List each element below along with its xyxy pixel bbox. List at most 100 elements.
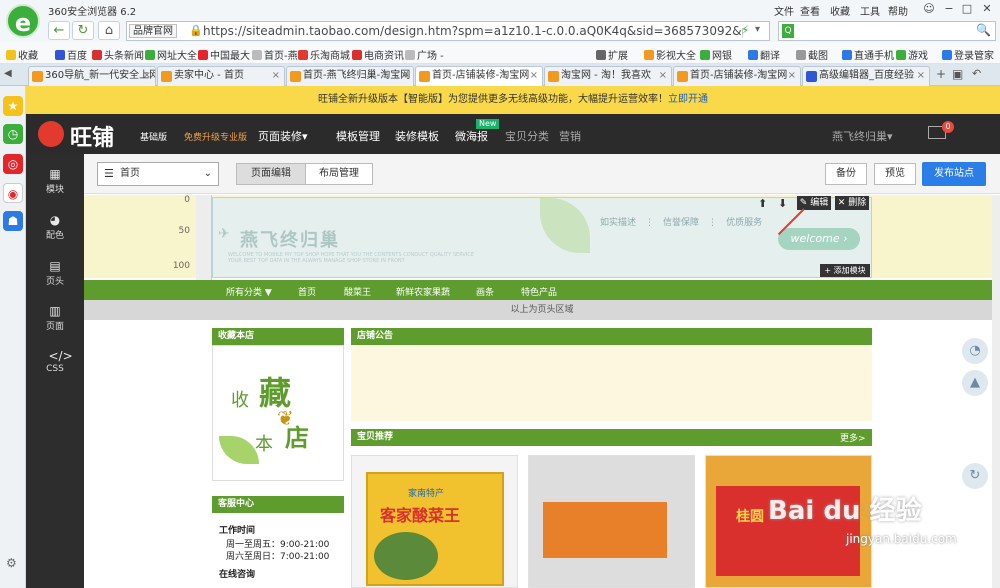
tab-taobao[interactable]: 淘宝网 - 淘！我喜欢 × bbox=[544, 66, 672, 86]
minimize-button[interactable]: − bbox=[940, 1, 958, 16]
publish-button[interactable]: 发布站点 bbox=[922, 162, 986, 186]
tab-baidu-jingyan[interactable]: 高级编辑器_百度经验 × bbox=[802, 66, 930, 86]
open-now-link[interactable]: 立即开通 bbox=[668, 94, 708, 105]
search-icon[interactable]: 🔍 bbox=[976, 23, 991, 37]
upgrade-link[interactable]: 免费升级专业版 bbox=[184, 130, 247, 143]
backup-button[interactable]: 备份 bbox=[825, 163, 867, 185]
nav-decoration-template[interactable]: 装修模板 bbox=[395, 128, 439, 144]
bookmark-china[interactable]: 中国最大 bbox=[198, 47, 250, 62]
app-icon[interactable]: ☗ bbox=[3, 211, 23, 231]
bookmark-bank[interactable]: 网银 bbox=[700, 47, 732, 62]
add-module-button[interactable]: + 添加模块 bbox=[820, 264, 870, 277]
scrollbar[interactable] bbox=[992, 196, 1000, 588]
back-button[interactable]: ← bbox=[48, 21, 70, 40]
target-icon[interactable]: ◉ bbox=[3, 183, 23, 203]
tab-close-icon[interactable]: × bbox=[659, 67, 667, 85]
product-card[interactable] bbox=[528, 455, 695, 588]
sidebar-item-header[interactable]: ▤ 页头 bbox=[26, 260, 84, 287]
bookmark-news[interactable]: 头条新闻 bbox=[92, 47, 144, 62]
tab-shop-home[interactable]: 首页-燕飞终归巢-淘宝网 × bbox=[286, 66, 414, 86]
header-separator: 以上为页头区域 bbox=[84, 300, 1000, 320]
shop-nav-fresh[interactable]: 新鲜农家果蔬 bbox=[396, 285, 450, 298]
move-up-icon[interactable]: ⬆ bbox=[758, 197, 767, 210]
favorites-star-icon[interactable]: ★ bbox=[3, 96, 23, 116]
clock-icon[interactable]: ◷ bbox=[3, 124, 23, 144]
shop-nav-home[interactable]: 首页 bbox=[298, 285, 316, 298]
tab-close-icon[interactable]: × bbox=[143, 67, 151, 85]
product-card[interactable]: 家南特产 客家酸菜王 bbox=[351, 455, 518, 588]
shop-nav-all-categories[interactable]: 所有分类 ▼ bbox=[226, 285, 272, 298]
delete-module-button[interactable]: ✕ 删除 bbox=[835, 196, 869, 210]
bookmark-baidu[interactable]: 百度 bbox=[55, 47, 87, 62]
maximize-button[interactable]: □ bbox=[958, 1, 976, 16]
browser-logo-icon[interactable]: e bbox=[6, 4, 40, 38]
weibo-icon[interactable]: ◎ bbox=[3, 154, 23, 174]
menu-favorites[interactable]: 收藏 bbox=[830, 3, 850, 18]
tab-360nav[interactable]: 360导航_新一代安全上网 × bbox=[28, 66, 156, 86]
sidebar-item-css[interactable]: </> CSS bbox=[26, 350, 84, 374]
bookmark-games[interactable]: 游戏 bbox=[896, 47, 928, 62]
tab-close-icon[interactable]: × bbox=[788, 67, 796, 85]
tab-close-icon[interactable]: × bbox=[530, 67, 538, 85]
tab-close-icon[interactable]: × bbox=[401, 67, 409, 85]
url-bar[interactable]: 品牌官网 🔒 https://siteadmin.taobao.com/desi… bbox=[126, 21, 770, 41]
bookmark-sites[interactable]: 网址大全 bbox=[145, 47, 197, 62]
search-engine-icon[interactable]: Q bbox=[782, 24, 794, 38]
nav-template-manage[interactable]: 模板管理 bbox=[336, 128, 380, 144]
url-text[interactable]: https://siteadmin.taobao.com/design.htm?… bbox=[203, 24, 743, 38]
tab-layout-manage[interactable]: 布局管理 bbox=[305, 163, 373, 185]
tab-close-icon[interactable]: × bbox=[272, 67, 280, 85]
bookmark-video[interactable]: 影视大全 bbox=[644, 47, 696, 62]
url-dropdown-icon[interactable]: ▾ bbox=[755, 24, 760, 35]
skin-icon[interactable]: ☺ bbox=[920, 1, 938, 16]
tab-scroll-left-icon[interactable]: ◀ bbox=[4, 68, 12, 79]
tab-seller-center[interactable]: 卖家中心 - 首页 × bbox=[157, 66, 285, 86]
bookmark-login[interactable]: 登录管家 bbox=[942, 47, 994, 62]
preview-button[interactable]: 预览 bbox=[874, 163, 916, 185]
page-select[interactable]: ☰ 首页 ⌄ bbox=[97, 162, 219, 186]
menu-file[interactable]: 文件 bbox=[774, 3, 794, 18]
settings-gear-icon[interactable]: ⚙ bbox=[6, 556, 17, 570]
nav-marketing[interactable]: 营销 bbox=[559, 128, 581, 144]
bookmark-ecom[interactable]: 电商资讯 bbox=[352, 47, 404, 62]
bookmark-home[interactable]: 首页-燕 bbox=[252, 47, 298, 62]
menu-tools[interactable]: 工具 bbox=[860, 3, 880, 18]
bookmark-letao[interactable]: 乐淘商城 bbox=[298, 47, 350, 62]
bookmark-square[interactable]: 广场 - bbox=[405, 47, 444, 62]
menu-help[interactable]: 帮助 bbox=[888, 3, 908, 18]
nav-page-decoration[interactable]: 页面装修▾ bbox=[258, 128, 308, 144]
shop-nav-special[interactable]: 特色产品 bbox=[521, 285, 557, 298]
favorite-image[interactable]: 收 藏 本 店 ❦ bbox=[212, 345, 344, 481]
tab-shop-decoration-2[interactable]: 首页-店铺装修-淘宝网 × bbox=[673, 66, 801, 86]
shop-nav-sauerkraut[interactable]: 酸菜王 bbox=[344, 285, 371, 298]
tab-page-edit[interactable]: 页面编辑 bbox=[236, 163, 306, 185]
tab-list-icon[interactable]: ▣ bbox=[952, 67, 963, 81]
move-down-icon[interactable]: ⬇ bbox=[778, 197, 787, 210]
bookmark-screenshot[interactable]: 截图 bbox=[796, 47, 828, 62]
sidebar-item-colors[interactable]: ◕ 配色 bbox=[26, 214, 84, 241]
new-tab-icon[interactable]: + bbox=[936, 67, 946, 81]
tab-shop-decoration-active[interactable]: 首页-店铺装修-淘宝网 × bbox=[415, 66, 543, 87]
bookmark-translate[interactable]: 翻译 bbox=[748, 47, 780, 62]
sidebar-item-modules[interactable]: ▦ 模块 bbox=[26, 168, 84, 195]
shop-notice-content[interactable] bbox=[351, 345, 872, 421]
tab-close-icon[interactable]: × bbox=[917, 67, 925, 85]
bookmark-mobile[interactable]: 直通手机 bbox=[842, 47, 894, 62]
close-button[interactable]: ✕ bbox=[978, 1, 996, 16]
home-button[interactable]: ⌂ bbox=[98, 21, 120, 40]
refresh-float-icon[interactable]: ↻ bbox=[962, 463, 988, 489]
sidebar-item-page[interactable]: ▥ 页面 bbox=[26, 305, 84, 332]
search-input[interactable]: Q 🔍 bbox=[778, 21, 996, 41]
shop-nav-strips[interactable]: 画条 bbox=[476, 285, 494, 298]
nav-micro-poster[interactable]: 微海报 bbox=[455, 128, 488, 144]
back-to-top-icon[interactable]: ▲ bbox=[962, 370, 988, 396]
bookmark-extensions[interactable]: 扩展 bbox=[596, 47, 628, 62]
undo-close-icon[interactable]: ↶ bbox=[972, 67, 981, 80]
feedback-icon[interactable]: ◔ bbox=[962, 338, 988, 364]
shop-name-menu[interactable]: 燕飞终归巢▾ bbox=[832, 128, 893, 144]
more-link[interactable]: 更多> bbox=[840, 431, 866, 444]
refresh-button[interactable]: ↻ bbox=[72, 21, 94, 40]
menu-view[interactable]: 查看 bbox=[800, 3, 820, 18]
bookmark-favorites[interactable]: 收藏 bbox=[6, 47, 38, 62]
nav-item-category[interactable]: 宝贝分类 bbox=[505, 128, 549, 144]
